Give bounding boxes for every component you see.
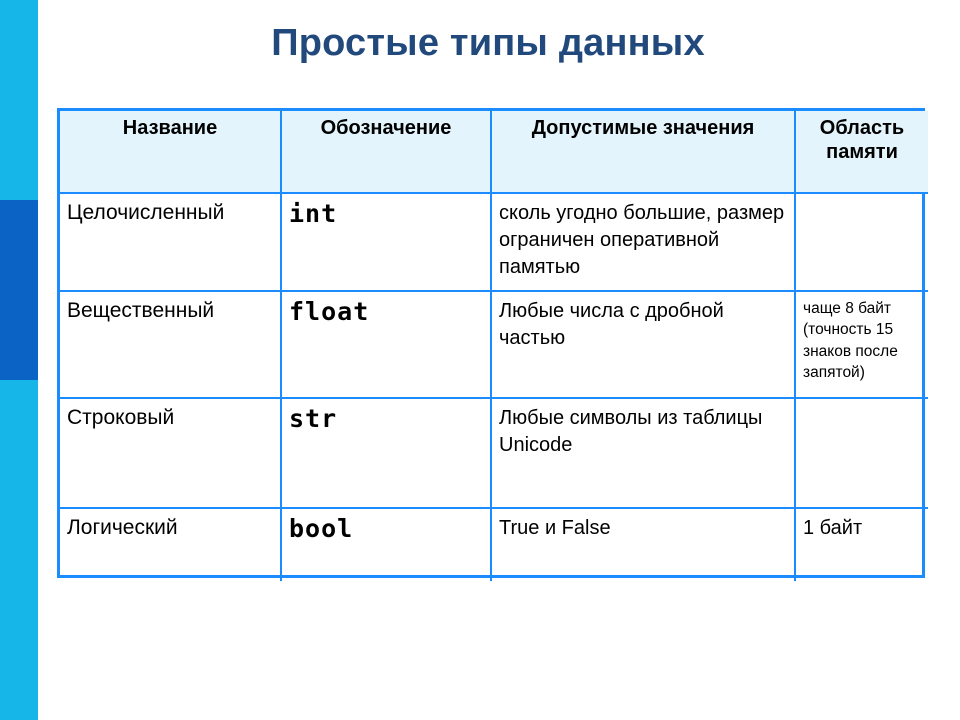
cell-memory-area <box>794 192 928 292</box>
cell-memory-area: чаще 8 байт (точность 15 знаков после за… <box>794 290 928 399</box>
column-header-notation: Обозначение <box>280 111 492 194</box>
cell-type-name: Строковый <box>60 397 282 509</box>
cell-memory-area: 1 байт <box>794 507 928 581</box>
data-types-table-grid: Название Обозначение Допустимые значения… <box>60 111 928 581</box>
cell-allowed-values: сколь угодно большие, размер ограничен о… <box>490 192 796 292</box>
data-types-table: Название Обозначение Допустимые значения… <box>57 108 928 581</box>
table-header: Название Обозначение Допустимые значения… <box>60 111 928 194</box>
cell-type-code: float <box>280 290 492 399</box>
column-header-name: Название <box>60 111 282 194</box>
cell-type-code: str <box>280 397 492 509</box>
cell-type-code: bool <box>280 507 492 581</box>
table-header-row: Название Обозначение Допустимые значения… <box>60 111 928 194</box>
table-body: Целочисленный int сколь угодно большие, … <box>60 192 928 581</box>
column-header-allowed-values: Допустимые значения <box>490 111 796 194</box>
table-row: Логический bool True и False 1 байт <box>60 507 928 581</box>
cell-type-name: Логический <box>60 507 282 581</box>
slide-content-area: Простые типы данных Название Обозначение… <box>38 0 960 720</box>
table-row: Строковый str Любые символы из таблицы U… <box>60 397 928 509</box>
cell-allowed-values: True и False <box>490 507 796 581</box>
column-header-memory-area: Область памяти <box>794 111 928 194</box>
table-row: Вещественный float Любые числа с дробной… <box>60 290 928 399</box>
cell-allowed-values: Любые символы из таблицы Unicode <box>490 397 796 509</box>
cell-memory-area <box>794 397 928 509</box>
cell-type-name: Вещественный <box>60 290 282 399</box>
cell-type-code: int <box>280 192 492 292</box>
cell-type-name: Целочисленный <box>60 192 282 292</box>
page-title: Простые типы данных <box>271 22 705 64</box>
cell-allowed-values: Любые числа с дробной частью <box>490 290 796 399</box>
left-accent-stripe <box>0 0 38 720</box>
table-row: Целочисленный int сколь угодно большие, … <box>60 192 928 292</box>
accent-stripe-dark-blue <box>0 200 38 380</box>
